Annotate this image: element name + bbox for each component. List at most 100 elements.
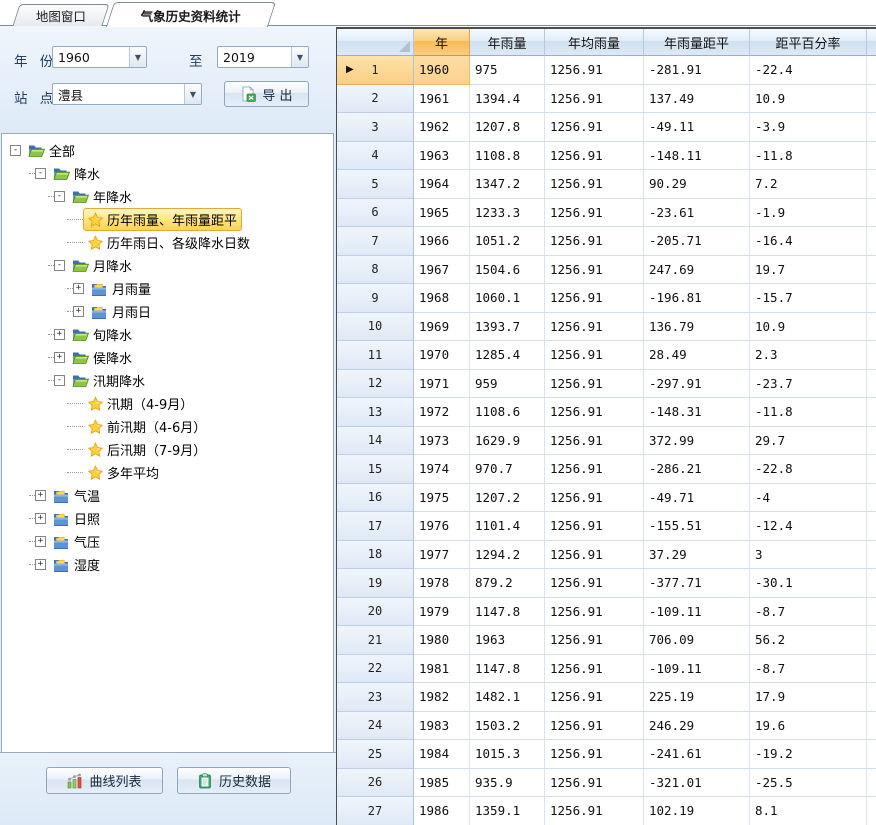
avg-rain-cell[interactable]: 1256.91 xyxy=(545,256,644,285)
tree-node[interactable]: 侯降水 xyxy=(67,346,137,369)
avg-rain-cell[interactable]: 1256.91 xyxy=(545,455,644,484)
row-number-cell[interactable]: 18 xyxy=(337,541,414,570)
annual-rain-cell[interactable]: 1285.4 xyxy=(470,341,545,370)
avg-rain-cell[interactable]: 1256.91 xyxy=(545,199,644,228)
avg-rain-cell[interactable]: 1256.91 xyxy=(545,284,644,313)
table-row[interactable]: 619651233.31256.91-23.61-1.9 xyxy=(337,199,876,228)
avg-rain-cell[interactable]: 1256.91 xyxy=(545,569,644,598)
anomaly-pct-cell[interactable]: -4 xyxy=(750,484,867,513)
anomaly-cell[interactable]: 90.29 xyxy=(644,170,750,199)
annual-rain-cell[interactable]: 1504.6 xyxy=(470,256,545,285)
tree-node[interactable]: 月雨量 xyxy=(86,277,156,300)
anomaly-cell[interactable]: -377.71 xyxy=(644,569,750,598)
avg-rain-cell[interactable]: 1256.91 xyxy=(545,398,644,427)
year-cell[interactable]: 1983 xyxy=(414,712,470,741)
anomaly-cell[interactable]: -148.31 xyxy=(644,398,750,427)
annual-rain-cell[interactable]: 1482.1 xyxy=(470,683,545,712)
annual-rain-cell[interactable]: 1207.2 xyxy=(470,484,545,513)
row-number-cell[interactable]: 5 xyxy=(337,170,414,199)
tree-node[interactable]: 旬降水 xyxy=(67,323,137,346)
row-number-cell[interactable]: 17 xyxy=(337,512,414,541)
anomaly-pct-cell[interactable]: -1.9 xyxy=(750,199,867,228)
table-row[interactable]: 1719761101.41256.91-155.51-12.4 xyxy=(337,512,876,541)
year-cell[interactable]: 1965 xyxy=(414,199,470,228)
collapse-icon[interactable]: - xyxy=(54,191,65,202)
avg-rain-cell[interactable]: 1256.91 xyxy=(545,541,644,570)
annual-rain-cell[interactable]: 1147.8 xyxy=(470,655,545,684)
tree-node-selected[interactable]: 历年雨量、年雨量距平 xyxy=(83,208,242,231)
avg-rain-cell[interactable]: 1256.91 xyxy=(545,655,644,684)
annual-rain-cell[interactable]: 1233.3 xyxy=(470,199,545,228)
avg-rain-cell[interactable]: 1256.91 xyxy=(545,227,644,256)
anomaly-cell[interactable]: 706.09 xyxy=(644,626,750,655)
table-row[interactable]: 2319821482.11256.91225.1917.9 xyxy=(337,683,876,712)
year-cell[interactable]: 1986 xyxy=(414,797,470,825)
table-row[interactable]: 419631108.81256.91-148.11-11.8 xyxy=(337,142,876,171)
row-number-cell[interactable]: 24 xyxy=(337,712,414,741)
chevron-down-icon[interactable]: ▼ xyxy=(291,47,308,67)
year-cell[interactable]: 1964 xyxy=(414,170,470,199)
avg-rain-cell[interactable]: 1256.91 xyxy=(545,142,644,171)
station-select[interactable]: 澧县 ▼ xyxy=(52,83,202,105)
anomaly-pct-cell[interactable]: -11.8 xyxy=(750,142,867,171)
tree-item[interactable]: +侯降水 xyxy=(2,346,333,369)
anomaly-cell[interactable]: -155.51 xyxy=(644,512,750,541)
anomaly-pct-cell[interactable]: -11.8 xyxy=(750,398,867,427)
avg-rain-cell[interactable]: 1256.91 xyxy=(545,797,644,825)
chevron-down-icon[interactable]: ▼ xyxy=(129,47,146,67)
avg-rain-cell[interactable]: 1256.91 xyxy=(545,370,644,399)
row-number-cell[interactable]: 14 xyxy=(337,427,414,456)
annual-rain-cell[interactable]: 959 xyxy=(470,370,545,399)
row-number-cell[interactable]: 11 xyxy=(337,341,414,370)
anomaly-pct-cell[interactable]: -22.8 xyxy=(750,455,867,484)
tree-item[interactable]: -汛期降水 xyxy=(2,369,333,392)
anomaly-pct-cell[interactable]: -22.4 xyxy=(750,56,867,85)
anomaly-cell[interactable]: -286.21 xyxy=(644,455,750,484)
expand-icon[interactable]: + xyxy=(35,490,46,501)
row-number-cell[interactable]: 27 xyxy=(337,797,414,825)
anomaly-cell[interactable]: 246.29 xyxy=(644,712,750,741)
table-row[interactable]: 2719861359.11256.91102.198.1 xyxy=(337,797,876,825)
avg-rain-cell[interactable]: 1256.91 xyxy=(545,113,644,142)
row-number-cell[interactable]: 3 xyxy=(337,113,414,142)
export-button[interactable]: 导 出 xyxy=(224,81,309,107)
tree-item[interactable]: -全部 xyxy=(2,139,333,162)
collapse-icon[interactable]: - xyxy=(54,260,65,271)
anomaly-cell[interactable]: -281.91 xyxy=(644,56,750,85)
avg-rain-cell[interactable]: 1256.91 xyxy=(545,427,644,456)
year-cell[interactable]: 1968 xyxy=(414,284,470,313)
year-cell[interactable]: 1985 xyxy=(414,769,470,798)
anomaly-pct-cell[interactable]: 8.1 xyxy=(750,797,867,825)
anomaly-cell[interactable]: 225.19 xyxy=(644,683,750,712)
tree-item[interactable]: 前汛期（4-6月） xyxy=(2,415,333,438)
row-number-cell[interactable]: 7 xyxy=(337,227,414,256)
year-cell[interactable]: 1976 xyxy=(414,512,470,541)
table-row[interactable]: 1419731629.91256.91372.9929.7 xyxy=(337,427,876,456)
row-number-cell[interactable]: 12 xyxy=(337,370,414,399)
row-number-cell[interactable]: 19 xyxy=(337,569,414,598)
anomaly-cell[interactable]: 137.49 xyxy=(644,85,750,114)
year-cell[interactable]: 1971 xyxy=(414,370,470,399)
avg-rain-cell[interactable]: 1256.91 xyxy=(545,512,644,541)
year-cell[interactable]: 1974 xyxy=(414,455,470,484)
anomaly-cell[interactable]: -49.71 xyxy=(644,484,750,513)
year-cell[interactable]: 1978 xyxy=(414,569,470,598)
column-header-anomaly[interactable]: 年雨量距平 xyxy=(644,29,750,56)
tree-node[interactable]: 年降水 xyxy=(67,185,137,208)
tree-item[interactable]: -月降水 xyxy=(2,254,333,277)
chevron-down-icon[interactable]: ▼ xyxy=(184,84,201,104)
year-cell[interactable]: 1962 xyxy=(414,113,470,142)
tree-node[interactable]: 月雨日 xyxy=(86,300,156,323)
anomaly-pct-cell[interactable]: 2.3 xyxy=(750,341,867,370)
tree-item[interactable]: -降水 xyxy=(2,162,333,185)
row-number-cell[interactable]: 25 xyxy=(337,740,414,769)
year-cell[interactable]: 1979 xyxy=(414,598,470,627)
annual-rain-cell[interactable]: 970.7 xyxy=(470,455,545,484)
row-number-cell[interactable]: 20 xyxy=(337,598,414,627)
year-cell[interactable]: 1970 xyxy=(414,341,470,370)
year-cell[interactable]: 1972 xyxy=(414,398,470,427)
tree-node[interactable]: 月降水 xyxy=(67,254,137,277)
annual-rain-cell[interactable]: 1060.1 xyxy=(470,284,545,313)
tree-item[interactable]: +日照 xyxy=(2,507,333,530)
table-row[interactable]: 2219811147.81256.91-109.11-8.7 xyxy=(337,655,876,684)
